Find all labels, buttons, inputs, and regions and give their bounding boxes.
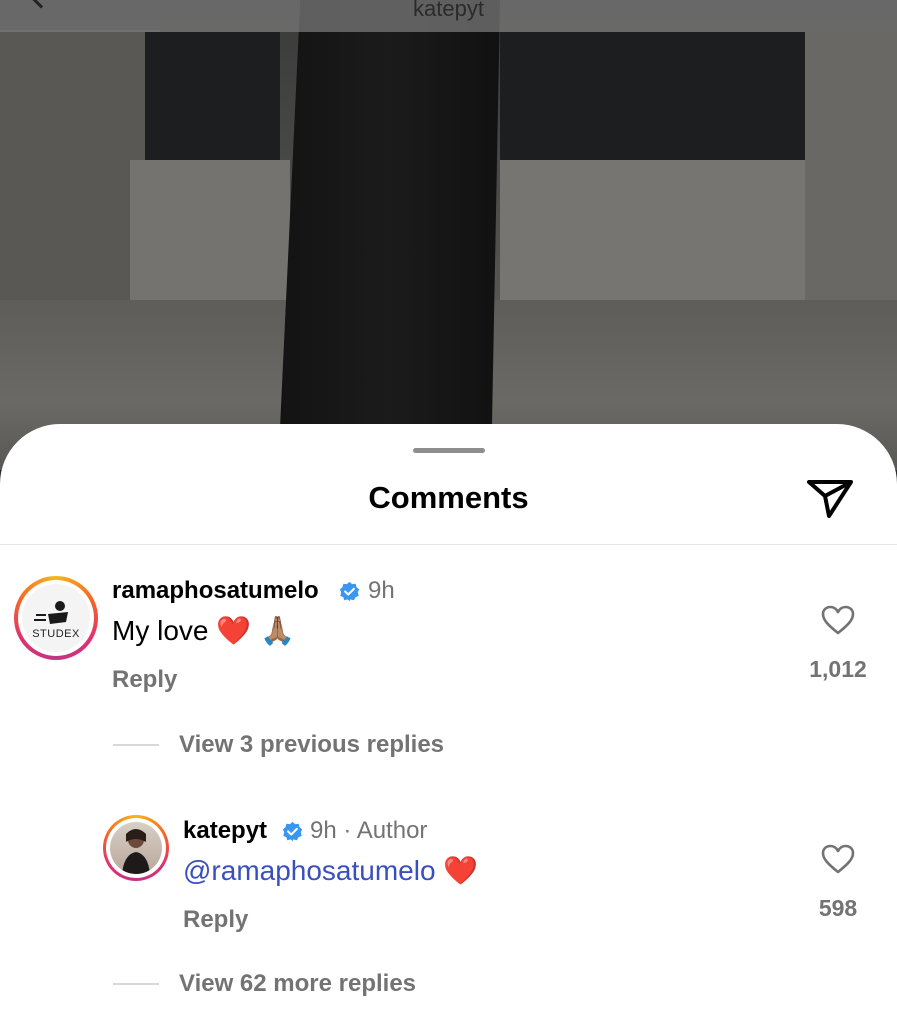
comments-sheet: Comments STUDEX ramaphosatumelo 9h My lo… xyxy=(0,424,897,1024)
view-more-replies-button[interactable]: View 62 more replies xyxy=(179,970,416,998)
studex-logo-icon xyxy=(34,601,68,624)
header-username: katepyt xyxy=(413,0,484,21)
post-photo-background xyxy=(0,0,897,470)
avatar-brand-label: STUDEX xyxy=(32,628,80,640)
view-previous-replies-button[interactable]: View 3 previous replies xyxy=(179,731,444,759)
back-arrow-icon[interactable] xyxy=(25,0,57,9)
verified-badge-icon xyxy=(282,821,303,842)
like-heart-icon[interactable] xyxy=(820,843,856,875)
comment-time: 9h xyxy=(368,577,395,604)
verified-badge-icon xyxy=(339,581,360,602)
reply-button[interactable]: Reply xyxy=(112,666,177,694)
comment-text: My love ❤️ 🙏🏽 xyxy=(112,614,295,647)
like-count: 1,012 xyxy=(809,656,867,682)
person-silhouette xyxy=(278,0,500,470)
reply-text: @ramaphosatumelo ❤️ xyxy=(183,854,478,887)
send-share-icon[interactable] xyxy=(805,476,855,520)
reply-emoji: ❤️ xyxy=(443,854,479,887)
comment-emoji: ❤️ 🙏🏽 xyxy=(216,614,295,647)
comment-body: My love xyxy=(112,615,209,646)
comment-username[interactable]: ramaphosatumelo xyxy=(112,577,319,605)
sheet-grabber-handle[interactable] xyxy=(413,448,485,453)
reply-username[interactable]: katepyt xyxy=(183,817,267,845)
reply-time-author: 9h · Author xyxy=(310,817,428,844)
reply-button[interactable]: Reply xyxy=(183,906,248,934)
profile-photo-icon xyxy=(122,829,150,874)
avatar[interactable] xyxy=(110,822,162,874)
top-navigation-bar: katepyt xyxy=(0,0,897,32)
like-count: 598 xyxy=(818,895,858,921)
like-heart-icon[interactable] xyxy=(820,604,856,636)
replies-divider-line xyxy=(113,983,159,985)
header-divider xyxy=(0,544,897,545)
sheet-title: Comments xyxy=(368,480,529,515)
avatar[interactable]: STUDEX xyxy=(22,584,90,652)
mention-link[interactable]: @ramaphosatumelo xyxy=(183,855,436,886)
replies-divider-line xyxy=(113,744,159,746)
